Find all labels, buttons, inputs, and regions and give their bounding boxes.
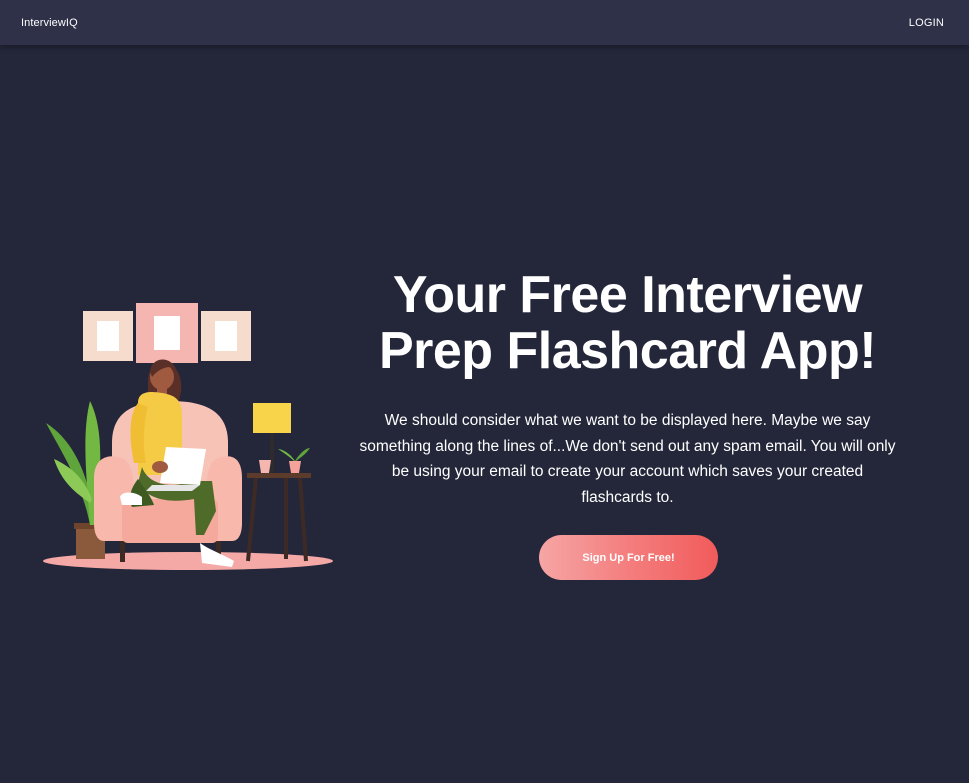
top-navbar: InterviewIQ LOGIN (0, 0, 969, 45)
hero-text-block: Your Free Interview Prep Flashcard App! … (350, 267, 905, 510)
woman-on-armchair-illustration (43, 303, 333, 570)
hero-headline: Your Free Interview Prep Flashcard App! (378, 266, 877, 380)
hero-section: Your Free Interview Prep Flashcard App! … (0, 45, 969, 783)
login-link[interactable]: LOGIN (909, 17, 944, 29)
hero-description: We should consider what we want to be di… (359, 412, 896, 506)
brand-logo-text[interactable]: InterviewIQ (21, 17, 78, 29)
lamp-shade (253, 403, 291, 433)
sign-up-button[interactable]: Sign Up For Free! (539, 535, 718, 580)
